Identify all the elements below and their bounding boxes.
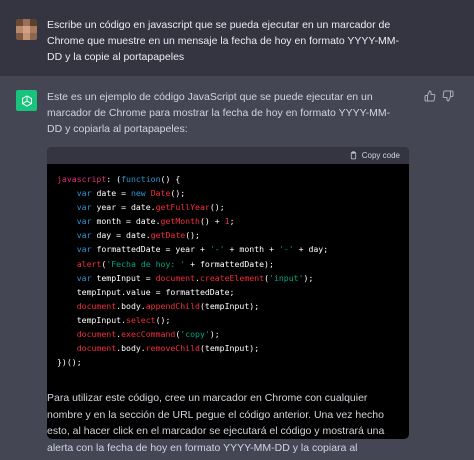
code-token: + formattedDate); [185, 258, 274, 269]
code-token: 'copy' [180, 329, 210, 340]
code-token: date = [91, 188, 131, 199]
code-token: getDate [150, 230, 186, 241]
code-token: (); [170, 188, 186, 199]
code-token: tempInput = [91, 272, 156, 283]
code-block-header: Copy code [47, 147, 409, 164]
assistant-outro-text: Para utilizar este código, cree un marca… [47, 392, 385, 460]
thumbs-up-icon[interactable] [424, 90, 436, 102]
code-token: year = date. [91, 202, 156, 213]
code-token: .body. [116, 343, 146, 354]
thumbs-down-icon[interactable] [442, 90, 454, 102]
code-token: (tempInput); [199, 300, 260, 311]
code-token: function [121, 174, 161, 184]
code-token: var [76, 202, 92, 213]
code-line: document.body.removeChild(tempInput); [57, 341, 399, 355]
code-token: Date [150, 188, 171, 199]
code-line: var tempInput = document.createElement('… [57, 271, 399, 285]
code-token: (); [155, 314, 171, 325]
code-token: var [76, 188, 92, 199]
code-token: javascript [57, 174, 107, 184]
code-token: getFullYear [155, 202, 210, 213]
code-token: alert [76, 258, 102, 269]
code-token: document [155, 272, 196, 283]
code-line: })(); [57, 355, 399, 369]
code-token: '-' [278, 244, 294, 255]
code-token: ); [209, 329, 220, 340]
clipboard-icon [350, 151, 356, 160]
code-token: var [76, 244, 92, 255]
code-token: document [76, 300, 117, 311]
code-token: (tempInput); [199, 343, 260, 354]
code-line: document.body.appendChild(tempInput); [57, 299, 399, 313]
code-token: () + [199, 216, 225, 227]
code-line: var day = date.getDate(); [57, 228, 399, 242]
code-token: tempInput.value = formattedDate; [57, 286, 235, 297]
code-line: var month = date.getMonth() + 1; [57, 214, 399, 228]
code-token: : ( [106, 174, 122, 184]
code-line: javascript: (function() { [57, 172, 399, 186]
code-token: 'input' [269, 272, 304, 283]
code-token: new [130, 188, 146, 199]
copy-code-label: Copy code [361, 151, 400, 160]
code-token: removeChild [145, 343, 200, 354]
code-line: tempInput.value = formattedDate; [57, 285, 399, 299]
assistant-message: Este es un ejemplo de código JavaScript … [0, 76, 474, 460]
code-token: '-' [209, 244, 225, 255]
code-token: (); [185, 230, 200, 241]
code-token: month = date. [91, 216, 161, 227]
code-token: + month + [224, 244, 279, 255]
feedback-buttons [424, 90, 454, 102]
code-token: + day; [293, 244, 329, 255]
user-avatar-icon [16, 19, 37, 40]
code-token: var [76, 272, 92, 283]
code-token: })(); [57, 357, 82, 368]
user-message-text: Escribe un código en javascript que se p… [47, 19, 399, 63]
code-line: alert('Fecha de hoy: ' + formattedDate); [57, 257, 399, 271]
code-line: document.execCommand('copy'); [57, 327, 399, 341]
code-token: tempInput. [57, 314, 127, 325]
code-token: () { [160, 174, 181, 184]
openai-logo-icon [16, 90, 37, 111]
code-token: .body. [116, 300, 146, 311]
code-token: document [76, 343, 117, 354]
code-token: var [76, 216, 92, 227]
code-content: javascript: (function() { var date = new… [47, 164, 409, 369]
code-token: appendChild [145, 300, 200, 311]
code-line: tempInput.select(); [57, 313, 399, 327]
user-message: Escribe un código en javascript que se p… [0, 0, 474, 76]
code-token: execCommand [121, 329, 176, 340]
code-token: formattedDate = year + [91, 244, 210, 255]
code-token: createElement [199, 272, 265, 283]
code-token: getMonth [160, 216, 200, 227]
code-token: var [76, 230, 92, 241]
code-token: (); [209, 202, 225, 213]
code-line: var year = date.getFullYear(); [57, 200, 399, 214]
code-token: ; [229, 216, 235, 227]
code-line: var date = new Date(); [57, 186, 399, 200]
code-line: var formattedDate = year + '-' + month +… [57, 242, 399, 256]
code-token: 'Fecha de hoy: ' [106, 258, 186, 269]
code-token: ); [303, 272, 314, 283]
copy-code-button[interactable]: Copy code [349, 151, 400, 160]
code-token: select [126, 314, 156, 325]
code-token: day = date. [91, 230, 151, 241]
assistant-intro-text: Este es un ejemplo de código JavaScript … [47, 91, 391, 135]
code-token: document [76, 329, 117, 340]
